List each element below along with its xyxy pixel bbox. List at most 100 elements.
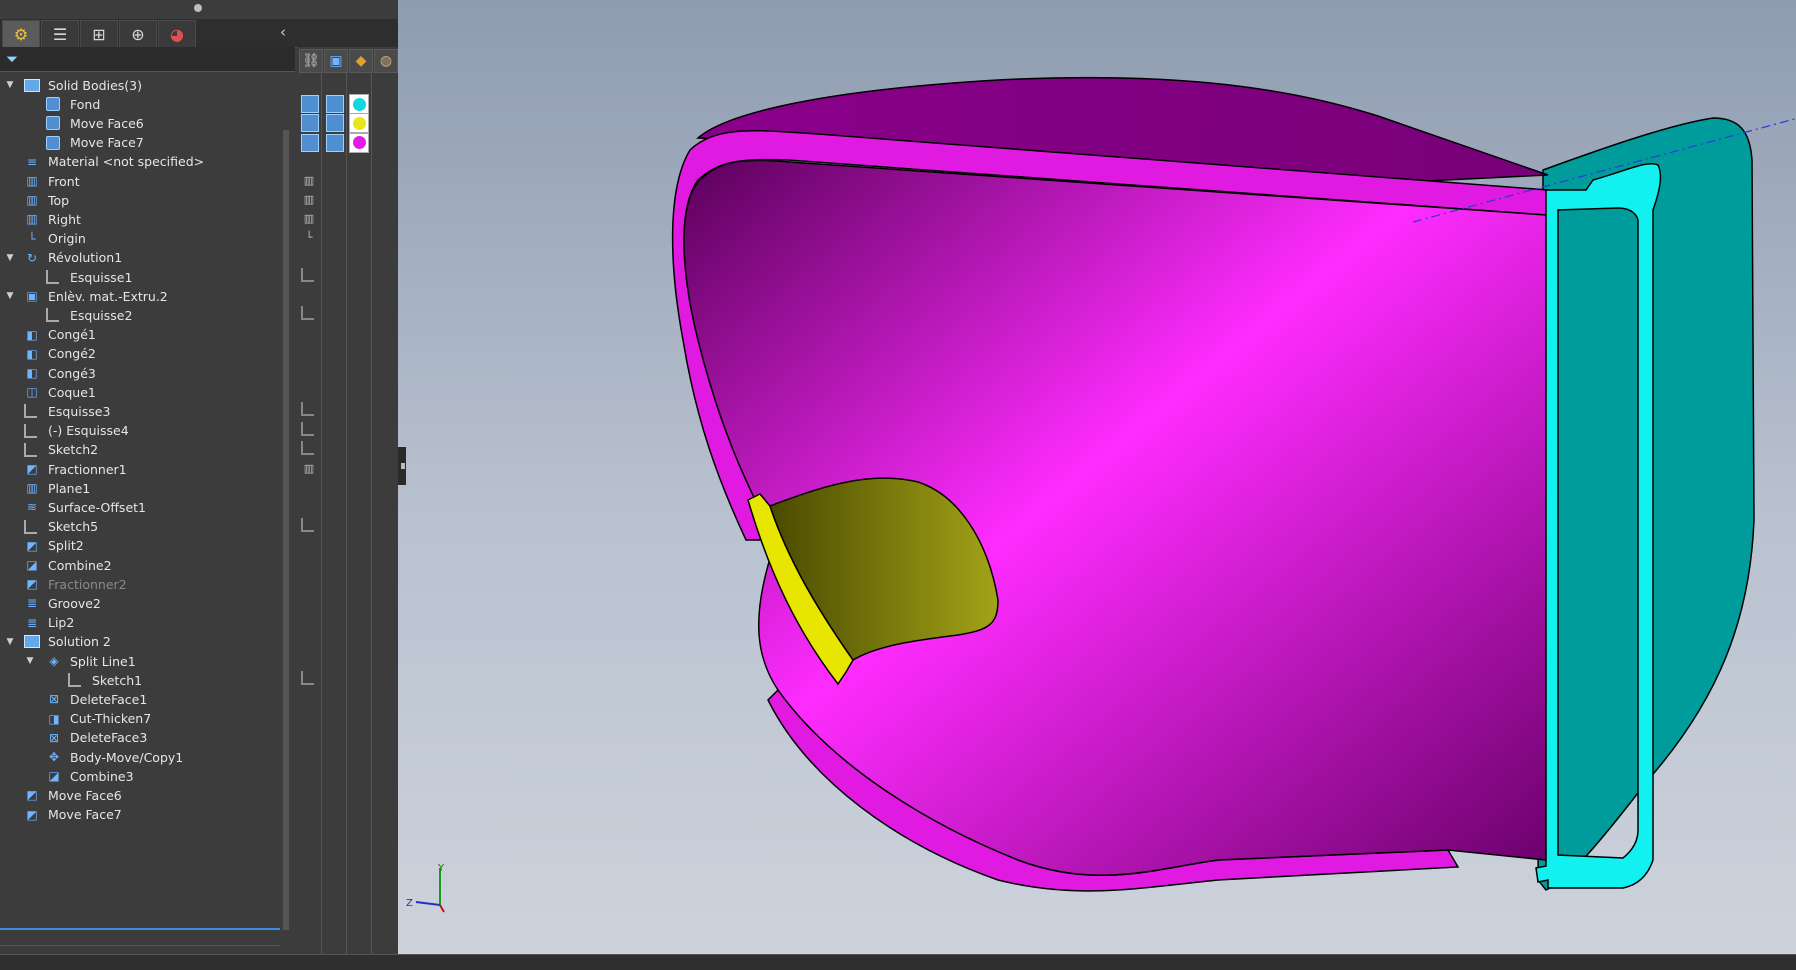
graphics-viewport[interactable]: Y Z	[398, 0, 1796, 954]
appearance-swatch[interactable]	[349, 113, 369, 134]
tree-item-label: Front	[48, 173, 80, 189]
cut-extrude-icon: ▣	[26, 289, 38, 304]
origin-visibility-icon[interactable]: └	[301, 230, 317, 246]
tree-item-label: Plane1	[48, 480, 91, 496]
tree-icon: ⊞	[92, 24, 106, 44]
feature-tree: ▼ Solid Bodies(3) Fond Move Face6 Move Face7…	[0, 73, 280, 945]
color-dot-icon	[352, 116, 366, 130]
tree-item-label: Congé1	[48, 327, 96, 343]
tree-item-label: Solution 2	[48, 634, 111, 650]
feature-manager-panel: ⚙ ☰ ⊞ ⊕ ◕ ‹ ⏷ ⛓ ▣ ◆ ◍ ▼ Solid Bodies(3) Fo…	[0, 0, 398, 970]
solid-body-icon	[46, 97, 60, 112]
hide-show-column-icon[interactable]: ⛓	[299, 49, 323, 73]
tree-item-label: Body-Move/Copy1	[70, 749, 184, 765]
plane-visibility-icon[interactable]: ▥	[301, 191, 317, 207]
expand-arrow-icon[interactable]: ▼	[24, 656, 36, 666]
tree-item[interactable]: ◩ Move Face7	[0, 804, 280, 826]
property-manager-tab[interactable]: ☰	[41, 20, 79, 48]
feature-manager-tab[interactable]: ⚙	[2, 20, 40, 48]
shell-icon: ◫	[26, 385, 38, 400]
revolve-icon: ↻	[26, 250, 38, 265]
cut-thicken-icon: ◨	[48, 711, 60, 726]
tree-item-label: Sketch5	[48, 519, 99, 535]
tree-item-label: Move Face6	[48, 787, 122, 803]
sketch-visibility-icon[interactable]	[301, 402, 314, 417]
body-visibility-icon[interactable]	[301, 114, 319, 133]
sketch-icon	[46, 308, 59, 323]
tree-item-label: Split2	[48, 538, 84, 554]
column-divider	[321, 73, 322, 969]
body-visibility-icon[interactable]	[301, 133, 319, 152]
tree-item-label: Révolution1	[48, 250, 123, 266]
gear-part-icon: ⚙	[13, 24, 29, 44]
display-mode-icon[interactable]	[326, 95, 344, 114]
tree-item-label: Move Face7	[48, 807, 122, 823]
plane-visibility-icon[interactable]: ▥	[301, 210, 317, 226]
color-dot-icon	[352, 136, 366, 150]
tree-scrollbar[interactable]	[283, 130, 289, 930]
move-face-icon: ◩	[26, 807, 38, 822]
display-mode-icon[interactable]	[326, 133, 344, 152]
split-icon: ◩	[26, 577, 38, 592]
sketch-visibility-icon[interactable]	[301, 517, 314, 532]
display-mode-column-icon[interactable]: ▣	[324, 49, 348, 73]
manager-tab-bar: ⚙ ☰ ⊞ ⊕ ◕ ‹	[0, 19, 398, 48]
appearance-swatch[interactable]	[349, 132, 369, 153]
color-dot-icon	[352, 97, 366, 111]
sketch-visibility-icon[interactable]	[301, 306, 314, 321]
tree-item-label: Congé3	[48, 365, 96, 381]
filter-icon[interactable]: ⏷	[6, 50, 18, 68]
triad-z-label: Z	[406, 898, 413, 909]
tree-item-label: Move Face7	[70, 135, 144, 151]
sketch-visibility-icon[interactable]	[301, 671, 314, 686]
body-visibility-icon[interactable]	[301, 95, 319, 114]
crosshair-icon: ⊕	[131, 24, 145, 44]
fillet-icon: ◧	[26, 366, 38, 380]
display-manager-tab[interactable]: ◕	[158, 20, 196, 48]
plane-icon: ▥	[26, 212, 38, 227]
fillet-icon: ◧	[26, 346, 38, 361]
plane-visibility-icon[interactable]: ▥	[301, 172, 317, 188]
solid-body-icon	[46, 135, 60, 150]
expand-arrow-icon[interactable]: ▼	[4, 253, 16, 263]
sketch-visibility-icon[interactable]	[301, 268, 314, 282]
split-line-icon: ◈	[49, 654, 59, 668]
plane-visibility-icon[interactable]: ▥	[301, 460, 317, 476]
tree-item-label: Solid Bodies(3)	[48, 77, 142, 93]
combine-icon: ◪	[48, 769, 60, 784]
view-triad[interactable]: Y Z	[406, 863, 445, 913]
solid-body-icon	[46, 116, 60, 131]
tree-item-label: Material <not specified>	[48, 154, 205, 170]
tree-item-label: Lip2	[48, 615, 75, 631]
tree-item-label: Sketch2	[48, 442, 99, 458]
sketch-visibility-icon[interactable]	[301, 421, 314, 436]
sketch-visibility-icon[interactable]	[301, 440, 314, 455]
appearance-swatch[interactable]	[349, 94, 369, 115]
appearance-column-icon[interactable]: ◆	[349, 49, 373, 73]
split-icon: ◩	[26, 462, 38, 476]
display-mode-icon[interactable]	[326, 114, 344, 133]
tree-item-label: Move Face6	[70, 115, 144, 131]
expand-arrow-icon[interactable]: ▼	[4, 80, 16, 90]
origin-icon: └	[28, 231, 36, 246]
display-pane: ▥ ▥ ▥ ▥ └	[297, 73, 398, 969]
collapse-panel-button[interactable]: ‹	[280, 23, 286, 41]
column-divider	[371, 73, 372, 969]
tree-item-label: Enlèv. mat.-Extru.2	[48, 288, 168, 304]
display-pane-header: ⛓ ▣ ◆ ◍	[297, 47, 398, 73]
selection-indicator	[0, 928, 280, 930]
transparency-column-icon[interactable]: ◍	[374, 49, 398, 73]
tree-item-label: Sketch1	[92, 672, 143, 688]
expand-arrow-icon[interactable]: ▼	[4, 637, 16, 647]
configuration-manager-tab[interactable]: ⊞	[80, 20, 118, 48]
expand-arrow-icon[interactable]: ▼	[4, 291, 16, 301]
dimxpert-tab[interactable]: ⊕	[119, 20, 157, 48]
filter-bar[interactable]: ⏷	[0, 47, 295, 72]
tree-item-label: Surface-Offset1	[48, 499, 146, 515]
groove-icon: ≣	[26, 596, 38, 611]
model-render[interactable]: Y Z	[398, 0, 1796, 954]
list-icon: ☰	[52, 24, 68, 44]
sketch-icon	[24, 404, 37, 419]
panel-grip-handle[interactable]	[194, 4, 202, 12]
tree-item-label: (-) Esquisse4	[48, 423, 129, 439]
